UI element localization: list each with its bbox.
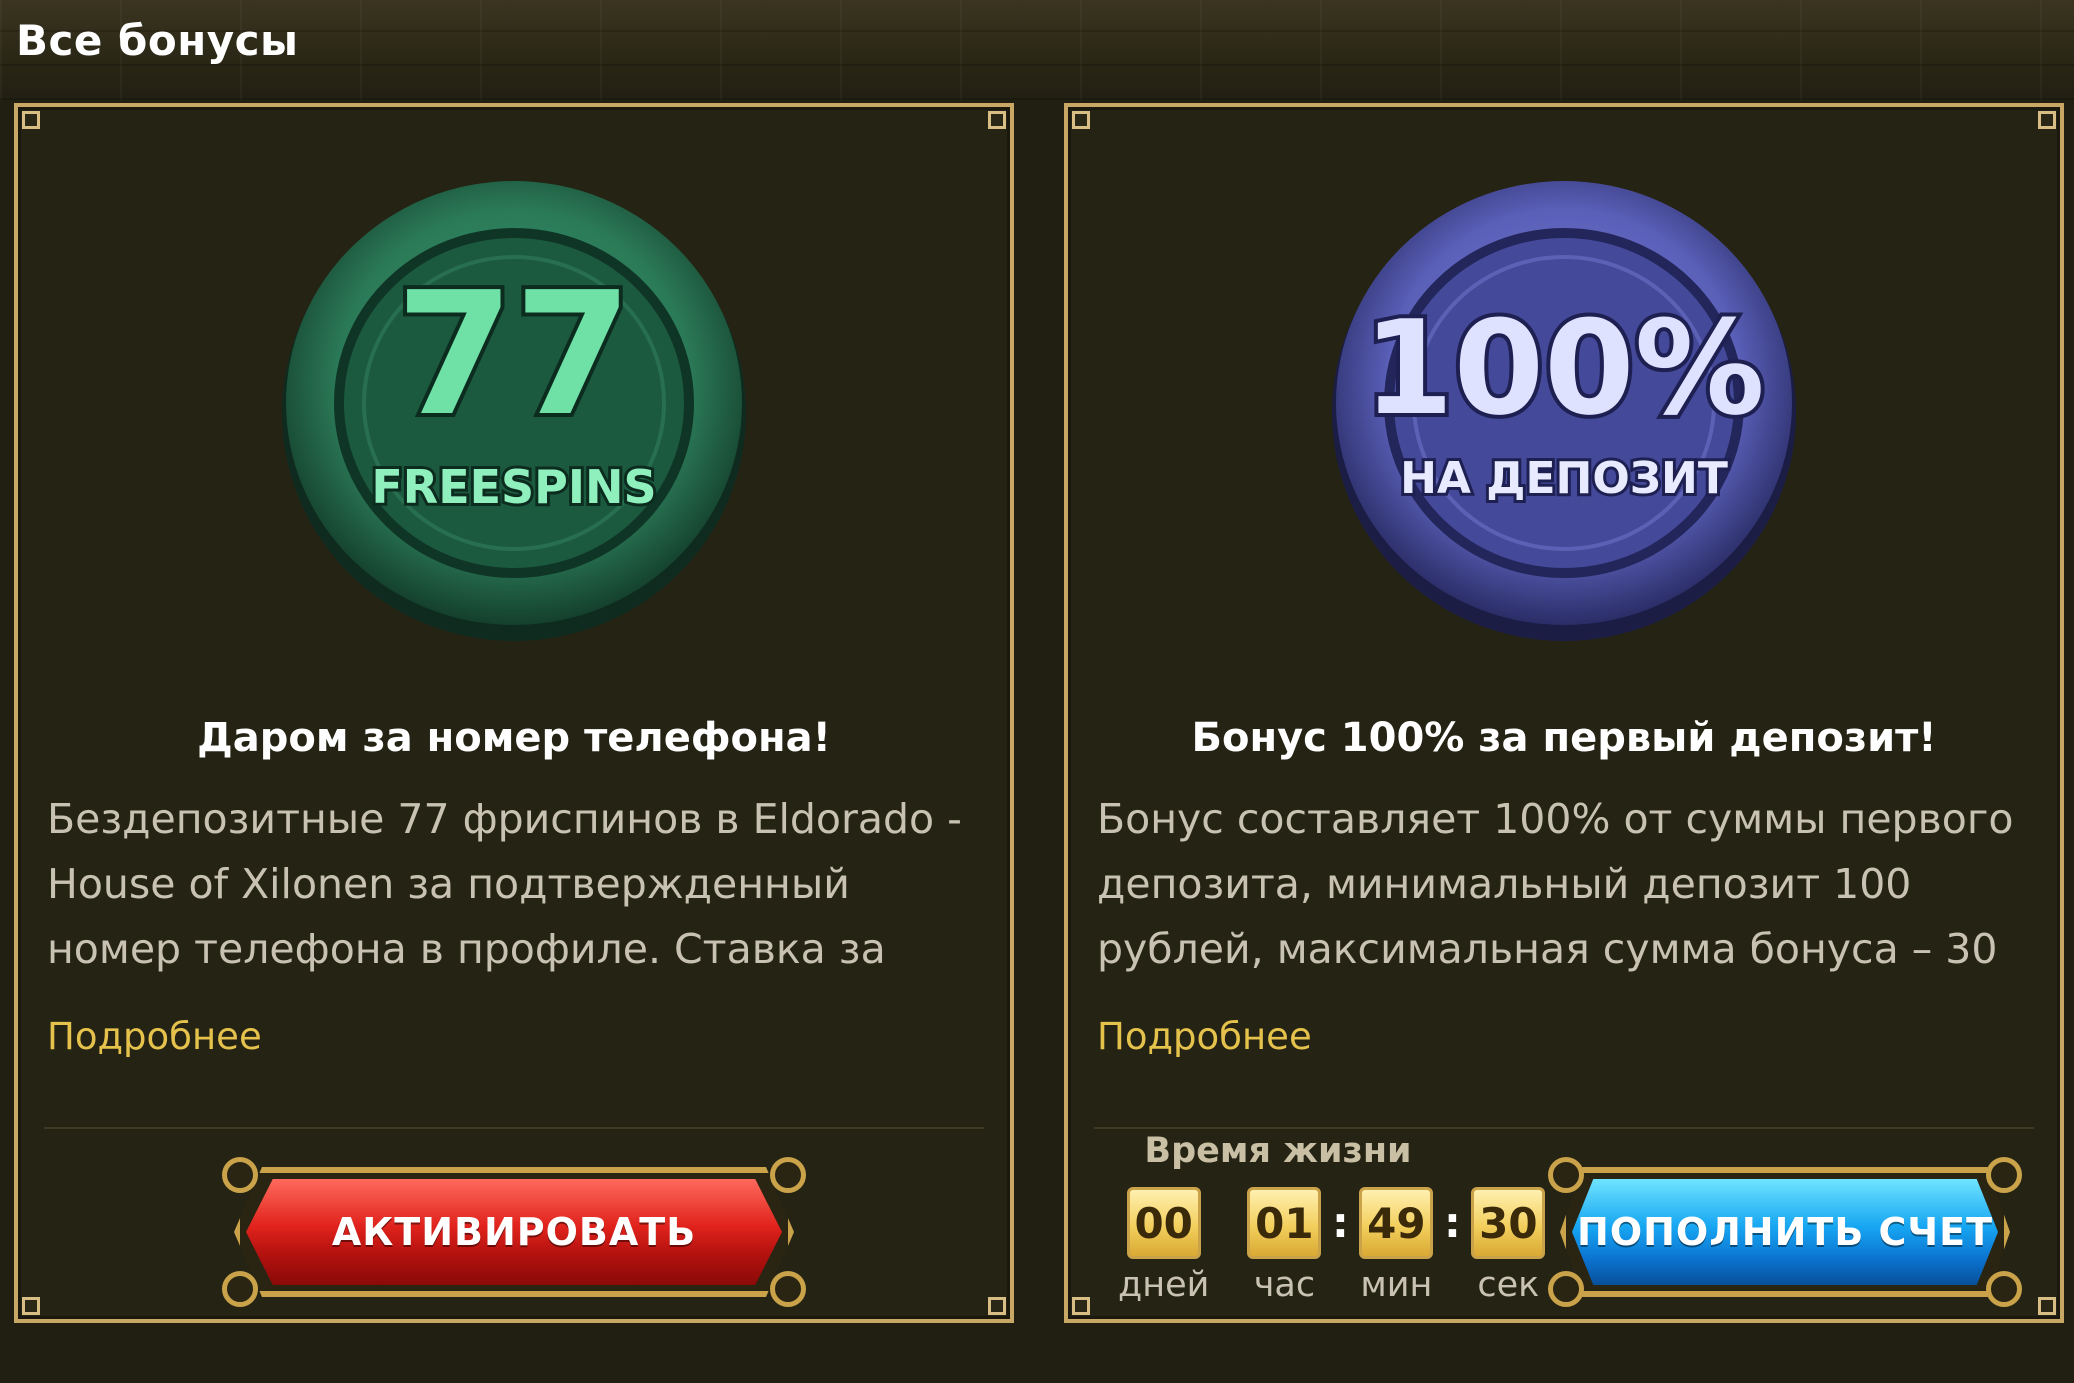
coin-number: 77 — [396, 256, 633, 454]
activate-button-label: АКТИВИРОВАТЬ — [331, 1210, 697, 1254]
timer-title: Время жизни — [1144, 1131, 1412, 1171]
countdown-timer: 00 дней 01 час : 49 мин : 30 сек — [1118, 1187, 1546, 1305]
corner-ornament — [22, 111, 40, 129]
coin-number: 100% — [1363, 292, 1765, 444]
timer-days-value: 00 — [1126, 1187, 1201, 1259]
activate-button[interactable]: АКТИВИРОВАТЬ — [222, 1157, 806, 1307]
timer-minutes-value: 49 — [1359, 1187, 1434, 1259]
freespins-coin-icon: 77 FREESPINS — [279, 163, 749, 643]
header-band — [0, 0, 2074, 100]
bonus-card-freespins: 77 FREESPINS Даром за номер телефона! Бе… — [14, 103, 1014, 1323]
timer-seconds: 30 сек — [1471, 1187, 1546, 1305]
timer-days-label: дней — [1118, 1265, 1210, 1305]
timer-separator: : — [1443, 1198, 1461, 1247]
timer-hours-value: 01 — [1247, 1187, 1322, 1259]
timer-hours-label: час — [1253, 1265, 1316, 1305]
corner-ornament — [988, 1297, 1006, 1315]
more-link[interactable]: Подробнее — [47, 1015, 262, 1058]
scroll-ornament — [1548, 1157, 1584, 1193]
corner-ornament — [22, 1297, 40, 1315]
bonus-title: Бонус 100% за первый депозит! — [1191, 715, 1937, 761]
divider — [44, 1127, 984, 1129]
scroll-ornament — [222, 1157, 258, 1193]
scroll-ornament — [222, 1271, 258, 1307]
coin-caption: FREESPINS — [371, 460, 656, 514]
timer-seconds-label: сек — [1477, 1265, 1540, 1305]
timer-minutes: 49 мин — [1359, 1187, 1434, 1305]
timer-seconds-value: 30 — [1471, 1187, 1546, 1259]
scroll-ornament — [1548, 1271, 1584, 1307]
scroll-ornament — [770, 1157, 806, 1193]
timer-separator: : — [1331, 1198, 1349, 1247]
scroll-ornament — [1986, 1271, 2022, 1307]
corner-ornament — [988, 111, 1006, 129]
coin-caption: НА ДЕПОЗИТ — [1400, 453, 1728, 504]
bonus-title: Даром за номер телефона! — [197, 715, 831, 761]
bonus-card-deposit: 100% НА ДЕПОЗИТ Бонус 100% за первый деп… — [1064, 103, 2064, 1323]
deposit-button-label: ПОПОЛНИТЬ СЧЕТ — [1577, 1210, 1993, 1254]
page-title: Все бонусы — [16, 16, 299, 65]
deposit-coin-icon: 100% НА ДЕПОЗИТ — [1329, 163, 1799, 643]
corner-ornament — [1072, 111, 1090, 129]
scroll-ornament — [1986, 1157, 2022, 1193]
timer-days: 00 дней — [1118, 1187, 1209, 1305]
corner-ornament — [2038, 1297, 2056, 1315]
more-link[interactable]: Подробнее — [1097, 1015, 1312, 1058]
bonus-description: Бонус составляет 100% от суммы первого д… — [1097, 795, 2014, 973]
timer-minutes-label: мин — [1360, 1265, 1433, 1305]
bonus-description: Бездепозитные 77 фриспинов в Eldorado - … — [47, 795, 962, 973]
divider — [1094, 1127, 2034, 1129]
corner-ornament — [2038, 111, 2056, 129]
scroll-ornament — [770, 1271, 806, 1307]
timer-hours: 01 час — [1247, 1187, 1322, 1305]
corner-ornament — [1072, 1297, 1090, 1315]
deposit-button[interactable]: ПОПОЛНИТЬ СЧЕТ — [1548, 1157, 2022, 1307]
